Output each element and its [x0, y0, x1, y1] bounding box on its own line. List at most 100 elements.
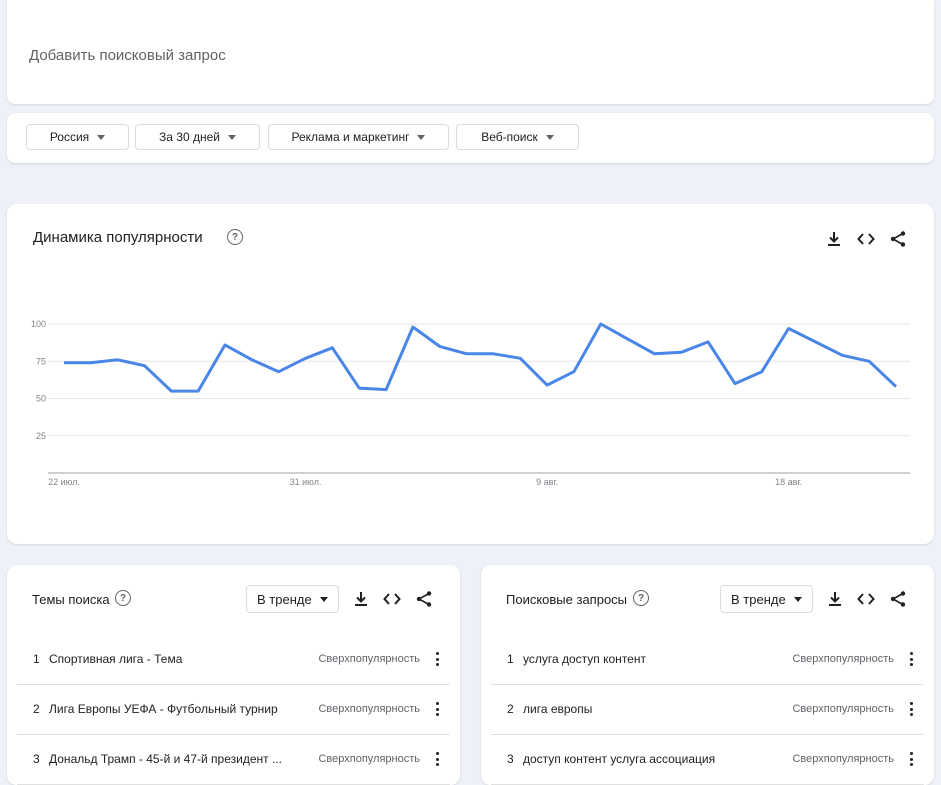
data-point[interactable]: [893, 384, 899, 390]
data-point[interactable]: [437, 343, 443, 349]
data-point[interactable]: [812, 339, 818, 345]
x-tick-label: 31 июл.: [290, 477, 322, 487]
data-point[interactable]: [732, 381, 738, 387]
data-point[interactable]: [490, 351, 496, 357]
list-item[interactable]: 2 лига европы Сверхпопулярность: [491, 684, 924, 735]
trend-chart: 25 50 75 100 22 июл. 31 июл. 9 авг. 18 авг.: [31, 319, 910, 487]
data-point[interactable]: [356, 385, 362, 391]
row-rank: 1: [33, 652, 40, 666]
row-value: Сверхпопулярность: [318, 653, 420, 665]
filter-category[interactable]: Реклама и маркетинг: [268, 124, 449, 150]
y-tick-label: 25: [36, 431, 46, 441]
x-tick-label: 18 авг.: [775, 477, 802, 487]
data-point[interactable]: [598, 321, 604, 327]
more-vert-icon[interactable]: [430, 700, 444, 718]
data-point[interactable]: [222, 342, 228, 348]
row-label[interactable]: доступ контент услуга ассоциация: [523, 752, 792, 766]
share-icon[interactable]: [889, 230, 907, 248]
row-label[interactable]: услуга доступ контент: [523, 652, 792, 666]
data-point[interactable]: [303, 355, 309, 361]
row-label[interactable]: Лига Европы УЕФА - Футбольный турнир: [49, 702, 318, 716]
list-item[interactable]: 2 Лига Европы УЕФА - Футбольный турнир С…: [17, 684, 450, 735]
filter-region[interactable]: Россия: [26, 124, 129, 150]
data-point[interactable]: [249, 357, 255, 363]
download-icon[interactable]: [352, 590, 370, 608]
search-queries-panel: Поисковые запросы ? В тренде 1 услуга до…: [481, 565, 934, 785]
caret-down-icon: [227, 134, 236, 140]
list-item[interactable]: 1 услуга доступ контент Сверхпопулярност…: [491, 634, 924, 685]
list-item[interactable]: 3 Дональд Трамп - 45-й и 47-й президент …: [17, 734, 450, 785]
filter-bar: Россия За 30 дней Реклама и маркетинг Ве…: [7, 113, 934, 163]
list-item[interactable]: 3 доступ контент услуга ассоциация Сверх…: [491, 734, 924, 785]
row-label[interactable]: Дональд Трамп - 45-й и 47-й президент ..…: [49, 752, 318, 766]
filter-period[interactable]: За 30 дней: [135, 124, 260, 150]
data-point[interactable]: [329, 345, 335, 351]
row-value: Сверхпопулярность: [318, 703, 420, 715]
queries-sort-select[interactable]: В тренде: [720, 585, 813, 613]
data-point[interactable]: [705, 339, 711, 345]
row-label[interactable]: лига европы: [523, 702, 792, 716]
more-vert-icon[interactable]: [430, 650, 444, 668]
trend-card-title: Динамика популярности: [33, 229, 203, 246]
help-circle-icon[interactable]: ?: [227, 229, 243, 245]
more-vert-icon[interactable]: [904, 650, 918, 668]
data-point[interactable]: [464, 351, 470, 357]
data-point[interactable]: [544, 382, 550, 388]
embed-code-icon[interactable]: [857, 230, 875, 248]
data-point[interactable]: [786, 325, 792, 331]
row-rank: 2: [507, 702, 514, 716]
data-point[interactable]: [61, 360, 67, 366]
caret-down-icon: [545, 134, 554, 140]
help-circle-icon[interactable]: ?: [633, 590, 649, 606]
filter-search-type[interactable]: Веб-поиск: [456, 124, 579, 150]
y-tick-label: 100: [31, 319, 46, 329]
panel-title: Темы поиска: [32, 592, 110, 607]
row-value: Сверхпопулярность: [792, 703, 894, 715]
search-card: [7, 0, 934, 104]
help-circle-icon[interactable]: ?: [115, 590, 131, 606]
share-icon[interactable]: [889, 590, 907, 608]
embed-code-icon[interactable]: [383, 590, 401, 608]
data-point[interactable]: [410, 324, 416, 330]
data-point[interactable]: [88, 360, 94, 366]
search-topics-panel: Темы поиска ? В тренде 1 Спортивная лига…: [7, 565, 460, 785]
data-point[interactable]: [839, 352, 845, 358]
row-value: Сверхпопулярность: [318, 753, 420, 765]
filter-region-label: Россия: [49, 130, 90, 144]
x-tick-label: 22 июл.: [48, 477, 80, 487]
data-point[interactable]: [759, 369, 765, 375]
series-line[interactable]: [64, 322, 898, 393]
more-vert-icon[interactable]: [904, 750, 918, 768]
caret-down-icon: [793, 596, 802, 602]
data-point[interactable]: [678, 349, 684, 355]
search-input[interactable]: [27, 40, 911, 70]
row-label[interactable]: Спортивная лига - Тема: [49, 652, 318, 666]
caret-down-icon: [417, 134, 426, 140]
more-vert-icon[interactable]: [904, 700, 918, 718]
list-item[interactable]: 1 Спортивная лига - Тема Сверхпопулярнос…: [17, 634, 450, 685]
download-icon[interactable]: [825, 230, 843, 248]
filter-period-label: За 30 дней: [159, 130, 220, 144]
share-icon[interactable]: [415, 590, 433, 608]
data-point[interactable]: [571, 369, 577, 375]
caret-down-icon: [319, 596, 328, 602]
data-point[interactable]: [625, 336, 631, 342]
y-tick-label: 75: [36, 356, 46, 366]
topics-sort-select[interactable]: В тренде: [246, 585, 339, 613]
trend-card: 25 50 75 100 22 июл. 31 июл. 9 авг. 18 авг. Дин…: [7, 204, 934, 544]
data-point[interactable]: [866, 358, 872, 364]
data-point[interactable]: [142, 363, 148, 369]
data-point[interactable]: [276, 369, 282, 375]
embed-code-icon[interactable]: [857, 590, 875, 608]
filter-category-label: Реклама и маркетинг: [291, 130, 410, 144]
data-point[interactable]: [195, 388, 201, 394]
more-vert-icon[interactable]: [430, 750, 444, 768]
data-point[interactable]: [651, 351, 657, 357]
download-icon[interactable]: [826, 590, 844, 608]
data-point[interactable]: [383, 387, 389, 393]
data-point[interactable]: [168, 388, 174, 394]
data-point[interactable]: [115, 357, 121, 363]
caret-down-icon: [97, 134, 106, 140]
row-rank: 3: [507, 752, 514, 766]
data-point[interactable]: [517, 355, 523, 361]
